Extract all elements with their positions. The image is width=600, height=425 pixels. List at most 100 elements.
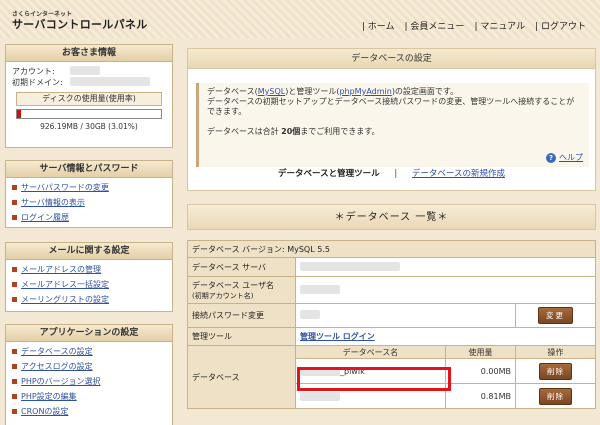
mail-settings-box: メールに関する設定 メールアドレスの管理 メールアドレス一括設定 メーリングリス… xyxy=(5,242,173,312)
db-version: データベース バージョン: MySQL 5.5 xyxy=(187,240,596,258)
account-label: アカウント: xyxy=(12,67,55,76)
sidebar-item-php-version[interactable]: PHPのバージョン選択 xyxy=(12,374,168,389)
desc-line-1: データベース(MySQL)と管理ツール(phpMyAdmin)の設定画面です。 xyxy=(207,87,581,97)
database-label: データベース xyxy=(187,345,296,409)
db-user-label: データベース ユーザ名 (初期アカウント名) xyxy=(187,276,296,304)
delete-button[interactable]: 削除 xyxy=(539,362,572,380)
db-usage: 0.81MB xyxy=(445,383,516,409)
sidebar-link[interactable]: データベースの設定 xyxy=(21,344,93,359)
bullet-icon xyxy=(12,185,17,190)
app-settings-box: アプリケーションの設定 データベースの設定 アクセスログの設定 PHPのバージョ… xyxy=(5,324,173,425)
sidebar-link[interactable]: メールアドレスの管理 xyxy=(21,262,101,277)
sidebar-link[interactable]: PHPのバージョン選択 xyxy=(21,374,101,389)
desc-text: )の設定画面です。 xyxy=(391,87,459,96)
bullet-icon xyxy=(12,215,17,220)
desc-line-2: データベースの初期セットアップとデータベース接続パスワードの変更、管理ツールへ接… xyxy=(207,97,575,116)
customer-info-title: お客さま情報 xyxy=(6,45,172,62)
help-link-text[interactable]: ヘルプ xyxy=(559,153,583,163)
sidebar-item-php-settings[interactable]: PHP設定の編集 xyxy=(12,389,168,404)
col-action: 操作 xyxy=(515,345,596,359)
sidebar-link[interactable]: サーバ情報の表示 xyxy=(21,195,85,210)
delete-button[interactable]: 削除 xyxy=(539,387,572,405)
col-db-name: データベース名 xyxy=(295,345,446,359)
tool-label: 管理ツール xyxy=(187,327,296,346)
sidebar-link[interactable]: サーバパスワードの変更 xyxy=(21,180,109,195)
account-row: アカウント: xyxy=(6,66,172,77)
server-info-box: サーバ情報とパスワード サーバパスワードの変更 サーバ情報の表示 ログイン履歴 xyxy=(5,160,173,228)
tab-db-and-tools[interactable]: データベースと管理ツール xyxy=(278,169,380,179)
bullet-icon xyxy=(12,297,17,302)
help-icon: ? xyxy=(546,153,556,163)
desc-text: )と管理ツール( xyxy=(285,87,340,96)
table-row: データベース バージョン: MySQL 5.5 xyxy=(187,240,596,258)
domain-row: 初期ドメイン: xyxy=(6,77,172,88)
nav-manual[interactable]: マニュアル xyxy=(474,19,525,32)
header: さくらインターネット サーバコントロールパネル ホーム 会員メニュー マニュアル… xyxy=(0,0,600,38)
bullet-icon xyxy=(12,379,17,384)
domain-label: 初期ドメイン: xyxy=(12,78,63,87)
db-settings-title: データベースの設定 xyxy=(188,49,595,69)
mysql-link[interactable]: MySQL xyxy=(258,87,285,96)
password-label: 接続パスワード変更 xyxy=(187,303,296,328)
sidebar-link[interactable]: CRONの設定 xyxy=(21,404,68,419)
sidebar-item-login-history[interactable]: ログイン履歴 xyxy=(12,210,168,225)
admin-tool-login-link[interactable]: 管理ツール ログイン xyxy=(300,332,375,341)
sidebar-link[interactable]: ログイン履歴 xyxy=(21,210,69,225)
sidebar-item-access-log[interactable]: アクセスログの設定 xyxy=(12,359,168,374)
desc-text: データベース( xyxy=(207,87,258,96)
change-button[interactable]: 変更 xyxy=(538,307,573,324)
db-server-redacted xyxy=(300,261,400,271)
db-usage: 0.00MB xyxy=(445,358,516,384)
table-row: 管理ツール 管理ツール ログイン xyxy=(187,327,596,346)
sidebar-item-mailing-list[interactable]: メーリングリストの設定 xyxy=(12,292,168,307)
db-settings-description: データベース(MySQL)と管理ツール(phpMyAdmin)の設定画面です。 … xyxy=(196,83,589,167)
db-user-sublabel: (初期アカウント名) xyxy=(192,291,254,300)
table-row: データベース ユーザ名 (初期アカウント名) xyxy=(187,276,596,304)
app-settings-title: アプリケーションの設定 xyxy=(6,325,172,342)
bullet-icon xyxy=(12,267,17,272)
table-row: データベース サーバ xyxy=(187,257,596,277)
bullet-icon xyxy=(12,282,17,287)
sidebar-item-mail-address[interactable]: メールアドレスの管理 xyxy=(12,262,168,277)
bullet-icon xyxy=(12,364,17,369)
bullet-icon xyxy=(12,394,17,399)
db-name-redacted xyxy=(300,391,340,401)
db-user-label-text: データベース ユーザ名 xyxy=(192,280,274,290)
disk-usage-fill xyxy=(17,110,22,118)
tool-value: 管理ツール ログイン xyxy=(295,327,596,346)
password-redacted xyxy=(300,310,320,319)
server-info-title: サーバ情報とパスワード xyxy=(6,161,172,178)
db-user-value xyxy=(295,276,596,304)
db-limit: 20個 xyxy=(281,127,301,136)
sidebar-item-server-info[interactable]: サーバ情報の表示 xyxy=(12,195,168,210)
sidebar-item-server-password[interactable]: サーバパスワードの変更 xyxy=(12,180,168,195)
help-link[interactable]: ? ヘルプ xyxy=(546,153,583,163)
disk-usage-bar xyxy=(16,109,162,119)
desc-text: データベースは合計 xyxy=(207,127,279,136)
phpmyadmin-link[interactable]: phpMyAdmin xyxy=(339,87,391,96)
bullet-icon xyxy=(12,349,17,354)
sidebar-item-database[interactable]: データベースの設定 xyxy=(12,344,168,359)
db-server-label: データベース サーバ xyxy=(187,257,296,277)
nav-logout[interactable]: ログアウト xyxy=(535,19,586,32)
sidebar-item-mail-bulk[interactable]: メールアドレス一括設定 xyxy=(12,277,168,292)
mail-settings-title: メールに関する設定 xyxy=(6,243,172,260)
bullet-icon xyxy=(12,200,17,205)
sidebar-link[interactable]: アクセスログの設定 xyxy=(21,359,93,374)
tab-db-new[interactable]: データベースの新規作成 xyxy=(412,169,505,179)
sidebar-link[interactable]: メールアドレス一括設定 xyxy=(21,277,109,292)
db-subtabs: データベースと管理ツール | データベースの新規作成 xyxy=(188,167,595,179)
sidebar-link[interactable]: メーリングリストの設定 xyxy=(21,292,109,307)
logo-title[interactable]: サーバコントロールパネル xyxy=(12,16,148,32)
nav-home[interactable]: ホーム xyxy=(362,19,395,32)
db-user-redacted xyxy=(300,284,340,294)
sidebar-link[interactable]: PHP設定の編集 xyxy=(21,389,77,404)
table-row: データベース データベース名 使用量 操作 xyxy=(187,345,596,409)
nav-member-menu[interactable]: 会員メニュー xyxy=(405,19,464,32)
desc-text: までご利用できます。 xyxy=(300,127,380,136)
col-usage: 使用量 xyxy=(445,345,516,359)
customer-info-box: お客さま情報 アカウント: 初期ドメイン: ディスクの使用量(使用率) 926.… xyxy=(5,44,173,148)
tab-separator: | xyxy=(394,169,398,179)
sidebar-item-cron[interactable]: CRONの設定 xyxy=(12,404,168,419)
db-server-value xyxy=(295,257,596,277)
